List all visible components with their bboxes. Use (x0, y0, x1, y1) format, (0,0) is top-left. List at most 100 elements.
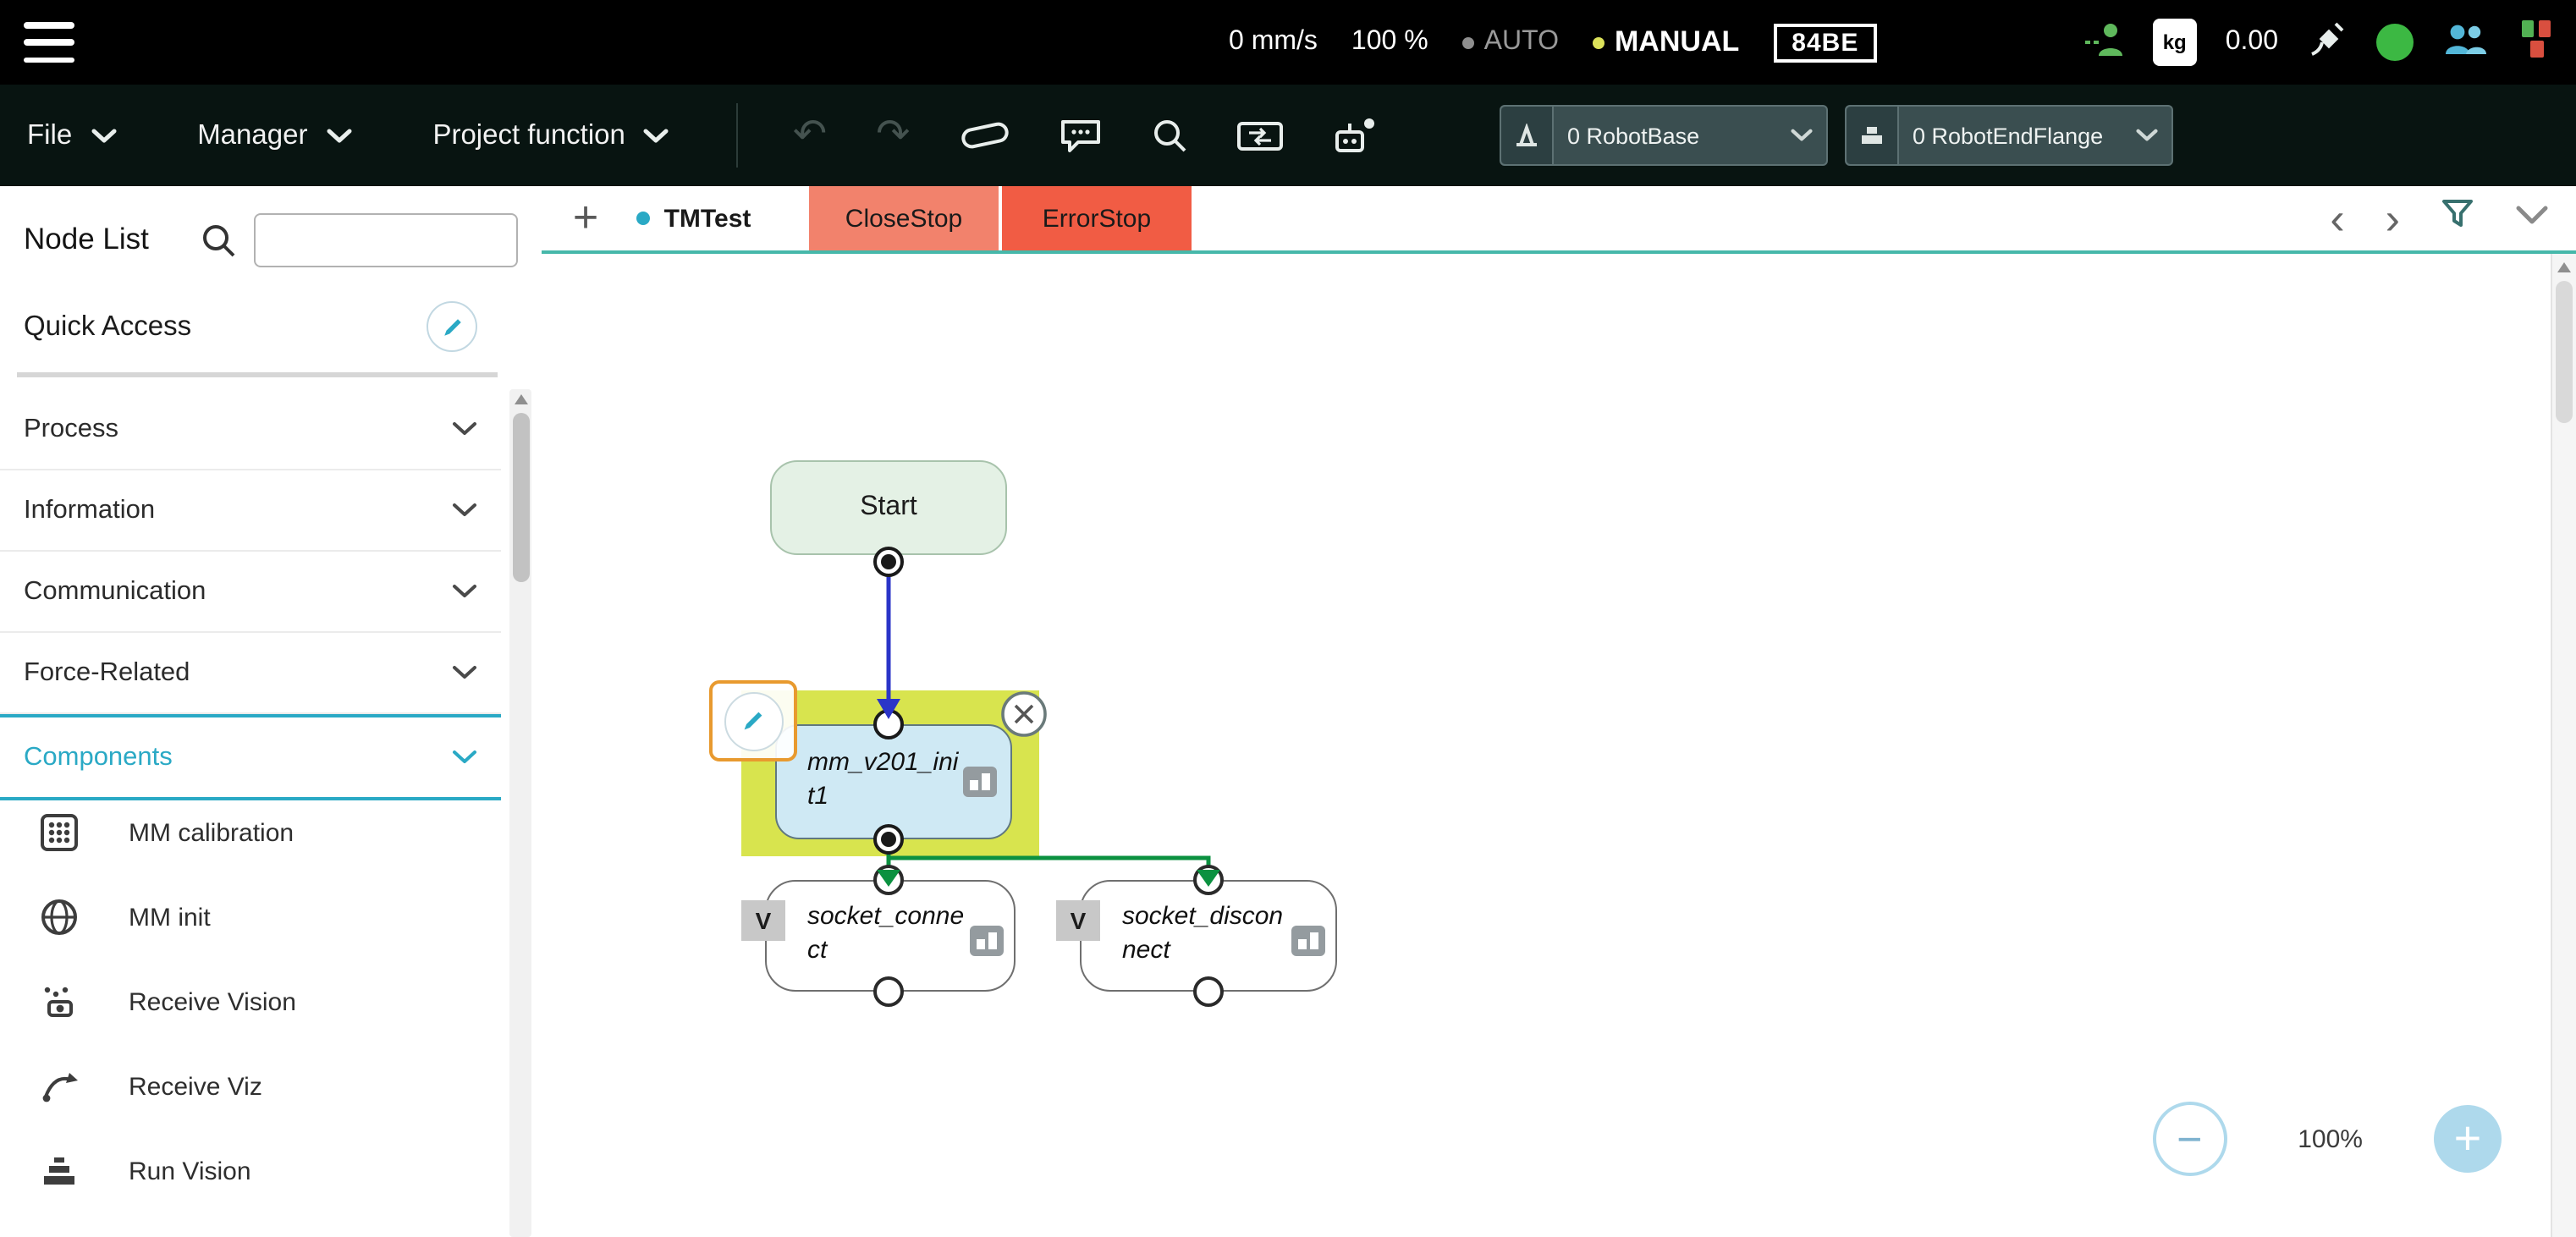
zoom-in-button[interactable]: + (2434, 1105, 2502, 1173)
component-label: Receive Vision (129, 987, 296, 1016)
sidebar-scrollbar[interactable] (509, 389, 531, 1237)
chevron-down-icon (1791, 129, 1813, 141)
menu-manager-label: Manager (197, 119, 308, 150)
robot-base-label: 0 RobotBase (1567, 123, 1700, 148)
tab-next-button[interactable]: › (2386, 196, 2400, 240)
menu-file-label: File (27, 119, 73, 150)
node-list-sidebar: Node List Quick Access Process Informati… (0, 186, 543, 1237)
component-mm-calibration[interactable]: MM calibration (0, 790, 501, 875)
menu-divider (736, 103, 739, 168)
manual-label: MANUAL (1614, 25, 1740, 58)
sidebar-item-components[interactable]: Components (0, 714, 501, 800)
users-icon[interactable] (2442, 20, 2488, 64)
node-list-header: Node List (0, 210, 542, 274)
flow-node-socket-connect[interactable]: socket_connect (765, 880, 1016, 992)
quick-access-edit-button[interactable] (427, 301, 477, 352)
sidebar-item-communication[interactable]: Communication (0, 552, 501, 633)
scroll-up-icon[interactable] (514, 394, 527, 404)
run-viz-icon (37, 1234, 81, 1237)
toolbar-icons: ↶ ↷ (793, 114, 1375, 156)
chevron-down-icon (453, 422, 476, 435)
robot-base-selector[interactable]: 0 RobotBase (1500, 105, 1828, 166)
chevron-down-icon (326, 128, 351, 142)
search-icon[interactable] (1150, 117, 1187, 154)
receive-viz-icon (37, 1064, 81, 1108)
variable-badge: V (1056, 900, 1100, 941)
filter-icon[interactable] (2441, 198, 2474, 239)
component-run-vision[interactable]: Run Vision (0, 1129, 501, 1213)
collapse-chevron-icon[interactable] (2515, 203, 2549, 234)
run-vision-icon (37, 1149, 81, 1193)
section-label: Communication (24, 576, 206, 605)
chevron-down-icon (2136, 129, 2158, 141)
component-receive-viz[interactable]: Receive Viz (0, 1044, 501, 1129)
menu-manager[interactable]: Manager (197, 119, 351, 151)
manual-mode-indicator: MANUAL (1592, 25, 1740, 59)
calibration-grid-icon (37, 811, 81, 855)
status-center-cluster: 0 mm/s 100 % AUTO MANUAL 84BE (1229, 0, 1878, 85)
vision-camera-icon[interactable] (2307, 18, 2348, 67)
variables-icon[interactable] (1236, 118, 1283, 153)
tab-controls: ‹ › (2330, 186, 2549, 250)
robot-end-flange-selector[interactable]: 0 RobotEndFlange (1845, 105, 2173, 166)
sidebar-item-information[interactable]: Information (0, 470, 501, 552)
component-mm-init[interactable]: MM init (0, 875, 501, 959)
node-label: socket_connect (807, 902, 965, 964)
payload-kg-icon[interactable]: kg (2152, 19, 2197, 66)
operator-icon[interactable] (2083, 19, 2124, 65)
tab-closestop[interactable]: CloseStop (809, 186, 999, 250)
node-list-title: Node List (24, 222, 149, 256)
top-status-bar: 0 mm/s 100 % AUTO MANUAL 84BE kg 0.00 (0, 0, 2576, 85)
comment-icon[interactable] (1059, 118, 1101, 153)
menu-items: File Manager Project function (27, 119, 669, 151)
scrollbar-thumb[interactable] (2556, 281, 2573, 423)
section-label: Force-Related (24, 657, 190, 686)
flow-canvas[interactable]: Start mm_v201_init1 socket_connect V soc… (542, 254, 2552, 1237)
redo-icon[interactable]: ↷ (876, 114, 910, 156)
flow-node-mm-v201-init1[interactable]: mm_v201_init1 (775, 724, 1012, 839)
scrollbar-thumb[interactable] (512, 413, 529, 582)
component-label: MM calibration (129, 818, 294, 847)
search-icon (200, 222, 237, 267)
menu-file[interactable]: File (27, 119, 116, 151)
hamburger-menu-icon[interactable] (24, 22, 74, 63)
capsule-icon[interactable] (959, 118, 1010, 152)
chevron-down-icon (453, 750, 476, 763)
component-node-icon (970, 926, 1004, 956)
tools-icon[interactable] (2517, 18, 2556, 67)
component-run-viz[interactable]: Run Viz (0, 1213, 501, 1237)
flow-node-start[interactable]: Start (770, 460, 1007, 555)
section-label: Components (24, 742, 173, 771)
edit-node-button[interactable] (709, 680, 797, 761)
active-tab-dot-icon (636, 212, 651, 225)
globe-icon (37, 895, 81, 939)
tab-tmtest[interactable]: TMTest (616, 186, 772, 250)
add-tab-button[interactable]: + (565, 195, 606, 239)
tab-errorstop[interactable]: ErrorStop (1002, 186, 1192, 250)
node-search-input[interactable] (254, 213, 518, 267)
component-node-icon (1291, 926, 1325, 956)
status-circle-icon[interactable] (2376, 24, 2414, 61)
sidebar-item-force-related[interactable]: Force-Related (0, 633, 501, 714)
tab-label: CloseStop (845, 204, 963, 233)
scroll-up-icon[interactable] (2557, 262, 2571, 272)
zoom-out-button[interactable]: − (2152, 1102, 2227, 1176)
component-receive-vision[interactable]: Receive Vision (0, 959, 501, 1044)
delete-node-button[interactable] (1000, 690, 1048, 746)
sidebar-item-process[interactable]: Process (0, 389, 501, 470)
status-right-cluster: kg 0.00 (2083, 0, 2556, 85)
project-speed-readout: 100 % (1351, 27, 1428, 56)
manual-dot-icon (1592, 36, 1604, 48)
node-category-list: Process Information Communication Force-… (0, 389, 501, 800)
point-manager-icon[interactable] (1331, 116, 1375, 155)
robot-base-icon (1501, 107, 1554, 164)
undo-icon[interactable]: ↶ (793, 114, 827, 156)
zoom-level: 100% (2298, 1124, 2363, 1153)
flow-node-socket-disconnect[interactable]: socket_disconnect (1080, 880, 1337, 992)
menu-project-function[interactable]: Project function (432, 119, 669, 151)
robot-flange-icon (1847, 107, 1899, 164)
tab-prev-button[interactable]: ‹ (2330, 196, 2344, 240)
sidebar-divider (17, 372, 498, 377)
canvas-scrollbar[interactable] (2551, 254, 2576, 1237)
node-label: mm_v201_init1 (807, 748, 959, 810)
